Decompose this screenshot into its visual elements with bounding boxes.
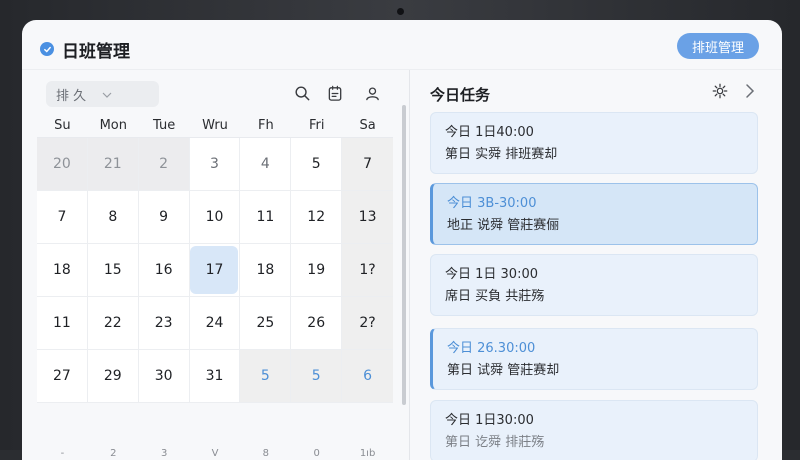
view-select-value: 排 久 <box>56 88 87 104</box>
day-cell[interactable]: 6 <box>342 350 393 403</box>
day-cell[interactable]: 24 <box>189 297 241 350</box>
task-time: 今日 1日30:00 <box>445 413 534 428</box>
day-cell[interactable]: 5 <box>291 138 343 191</box>
task-desc: 席日 买負 共莊殇 <box>445 289 545 304</box>
day-cell[interactable]: 11 <box>37 297 88 350</box>
day-cell[interactable]: 8 <box>87 191 139 244</box>
day-cell[interactable]: 5 <box>240 350 292 403</box>
task-desc: 第日 讫舜 排莊殇 <box>445 435 545 450</box>
task-time: 今日 1日40:00 <box>445 125 534 140</box>
day-cell[interactable]: 12 <box>291 191 343 244</box>
day-cell[interactable]: 11 <box>240 191 292 244</box>
weekday-label: Mon <box>99 118 127 133</box>
schedule-management-button[interactable]: 排班管理 <box>677 33 759 59</box>
weekday-label: Sa <box>359 118 376 133</box>
day-cell[interactable]: 4 <box>240 138 292 191</box>
task-card-selected[interactable]: 今日 3B-30:00 地正 说舜 管莊赛俪 <box>430 183 758 245</box>
tasks-title: 今日任务 <box>430 86 491 104</box>
today-highlight: 17 <box>190 246 239 294</box>
day-cell[interactable]: 22 <box>87 297 139 350</box>
app-screen: 日班管理 排班管理 排 久 Su Mon Tue Wru Fh Fri Sa 2… <box>22 20 782 460</box>
user-icon[interactable] <box>362 83 382 103</box>
view-select[interactable]: 排 久 <box>46 81 159 107</box>
day-cell[interactable]: 10 <box>189 191 241 244</box>
search-icon[interactable] <box>292 83 312 103</box>
day-cell[interactable]: 16 <box>138 244 190 297</box>
today-cell[interactable]: 17 <box>189 244 241 297</box>
day-cell[interactable]: 23 <box>138 297 190 350</box>
task-card[interactable]: 今日 1日40:00 第日 实舜 排班赛却 <box>430 112 758 174</box>
day-cell[interactable]: 1? <box>342 244 393 297</box>
weekday-label: Tue <box>153 118 176 133</box>
task-desc: 第日 实舜 排班赛却 <box>445 147 558 162</box>
gear-icon[interactable] <box>711 82 729 100</box>
front-camera <box>397 8 404 15</box>
task-desc: 地正 说舜 管莊赛俪 <box>447 218 560 233</box>
weekday-label: Su <box>54 118 71 133</box>
weekday-label: Fh <box>257 118 274 133</box>
task-time: 今日 1日 30:00 <box>445 267 538 282</box>
day-cell[interactable]: 21 <box>87 138 139 191</box>
day-cell[interactable]: 13 <box>342 191 393 244</box>
weekday-label: Wru <box>202 118 228 133</box>
day-cell[interactable]: 7 <box>37 191 88 244</box>
day-cell[interactable]: 20 <box>37 138 88 191</box>
day-cell[interactable]: 26 <box>291 297 343 350</box>
app-header: 日班管理 排班管理 <box>22 20 782 70</box>
task-card[interactable]: 今日 1日30:00 第日 讫舜 排莊殇 <box>430 400 758 460</box>
task-card[interactable]: 今日 1日 30:00 席日 买負 共莊殇 <box>430 254 758 316</box>
day-cell[interactable]: 25 <box>240 297 292 350</box>
day-cell[interactable]: 18 <box>37 244 88 297</box>
day-cell[interactable]: 29 <box>87 350 139 403</box>
day-cell[interactable]: 27 <box>37 350 88 403</box>
weekday-header: Su Mon Tue Wru Fh Fri Sa <box>37 118 393 136</box>
task-time: 今日 26.30:00 <box>447 341 536 356</box>
day-cell[interactable]: 30 <box>138 350 190 403</box>
day-cell[interactable]: 9 <box>138 191 190 244</box>
day-cell[interactable]: 2? <box>342 297 393 350</box>
chevron-down-icon <box>102 87 112 102</box>
day-cell[interactable]: 15 <box>87 244 139 297</box>
app-title: 日班管理 <box>62 42 130 62</box>
day-cell[interactable]: 5 <box>291 350 343 403</box>
day-cell[interactable]: 7 <box>342 138 393 191</box>
day-cell[interactable]: 3 <box>189 138 241 191</box>
calendar-pane: 排 久 Su Mon Tue Wru Fh Fri Sa 20 21 2 3 4… <box>22 70 410 460</box>
tasks-pane: 今日任务 今日 1日40:00 第日 实舜 排班赛却 今日 3B-30:00 地… <box>410 70 782 460</box>
day-cell[interactable]: 31 <box>189 350 241 403</box>
task-desc: 第日 试舜 管莊赛却 <box>447 363 560 378</box>
calendar-note-icon[interactable] <box>325 83 345 103</box>
tablet-frame: 日班管理 排班管理 排 久 Su Mon Tue Wru Fh Fri Sa 2… <box>0 0 800 460</box>
day-cell[interactable]: 2 <box>138 138 190 191</box>
calendar-scrollbar[interactable] <box>402 105 406 405</box>
month-grid: 20 21 2 3 4 5 7 7 8 9 10 11 12 13 18 15 … <box>37 137 393 403</box>
check-circle-icon <box>40 42 54 56</box>
task-time: 今日 3B-30:00 <box>447 196 537 211</box>
day-cell[interactable]: 19 <box>291 244 343 297</box>
chevron-right-icon[interactable] <box>742 82 758 100</box>
task-card[interactable]: 今日 26.30:00 第日 试舜 管莊赛却 <box>430 328 758 390</box>
day-cell[interactable]: 18 <box>240 244 292 297</box>
weekday-label: Fri <box>308 118 325 133</box>
